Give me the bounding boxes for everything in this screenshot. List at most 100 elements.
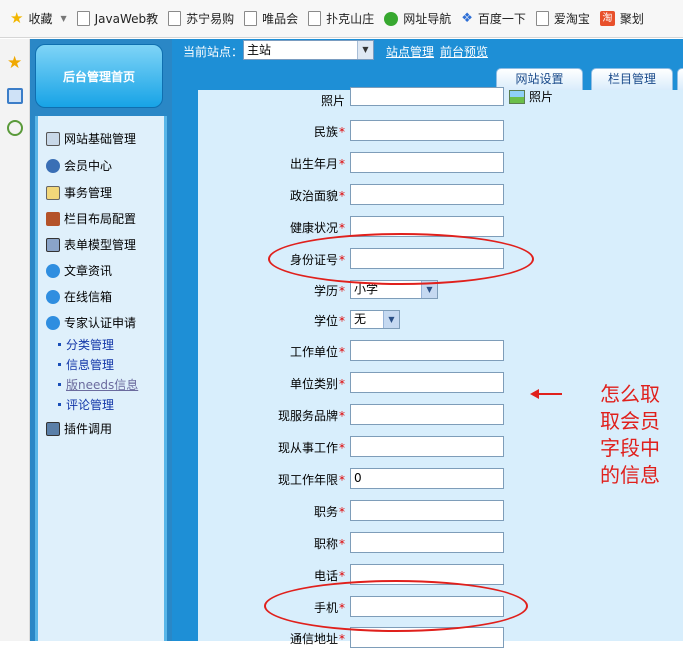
sub-item-label: 信息管理: [66, 358, 115, 372]
tasks-icon: [46, 185, 60, 200]
field-label: 学历*: [313, 284, 345, 298]
employer-input[interactable]: [350, 340, 504, 361]
current-work-input[interactable]: [350, 436, 504, 457]
star-icon: ★: [10, 9, 24, 27]
admin-home-button[interactable]: 后台管理首页: [35, 44, 163, 108]
bookmark-juhuasuan[interactable]: 淘 聚划: [599, 10, 644, 27]
annotation-ellipse-mobile: [264, 580, 528, 632]
ethnicity-input[interactable]: [350, 120, 504, 141]
reading-icon[interactable]: [7, 88, 23, 104]
nav-item-site-basic[interactable]: 网站基础管理: [46, 130, 136, 147]
bookmark-label: 苏宁易购: [186, 12, 235, 26]
bookmark-javaweb[interactable]: JavaWeb教: [76, 10, 159, 27]
form-row: 工作单位*: [198, 338, 683, 364]
position-input[interactable]: [350, 500, 504, 521]
member-form: 照片 照片 民族* 出生年月* 政治面貌* 健康状况* 身份证号* 学历* 小学…: [198, 87, 683, 648]
nav-item-articles[interactable]: 文章资讯: [46, 262, 112, 279]
work-years-input[interactable]: 0: [350, 468, 504, 489]
bullet-icon: [58, 343, 61, 346]
sub-item-copyright[interactable]: 版needs信息: [58, 376, 138, 393]
form-book-icon: [46, 237, 60, 252]
admin-sidebar: 后台管理首页 网站基础管理 会员中心 事务管理 栏目布局配置 表单模型管理 文章…: [30, 39, 172, 641]
birthdate-input[interactable]: [350, 152, 504, 173]
bookmark-label: 收藏: [28, 12, 53, 26]
nav-item-label: 插件调用: [64, 422, 113, 436]
sub-item-category[interactable]: 分类管理: [58, 336, 114, 353]
ie-icon: [46, 263, 60, 278]
form-row: 政治面貌*: [198, 182, 683, 208]
bookmark-label: JavaWeb教: [94, 12, 159, 26]
field-label: 通信地址*: [289, 632, 345, 646]
title-input[interactable]: [350, 532, 504, 553]
browser-sidebar: ★: [0, 39, 30, 641]
site-manage-link[interactable]: 站点管理: [386, 43, 434, 60]
nav-item-expert[interactable]: 专家认证申请: [46, 314, 136, 331]
photo-input[interactable]: [350, 87, 504, 106]
nav-item-label: 会员中心: [64, 159, 113, 173]
nav-item-label: 在线信箱: [64, 290, 113, 304]
site-select[interactable]: 主站 ▼: [243, 40, 374, 60]
chevron-down-icon: ▼: [357, 41, 373, 59]
form-row-photo: 照片 照片: [198, 87, 683, 113]
nav-item-tasks[interactable]: 事务管理: [46, 184, 112, 201]
nav-item-layout[interactable]: 栏目布局配置: [46, 210, 136, 227]
page-icon: [168, 11, 182, 26]
page-icon: [244, 11, 258, 26]
field-label: 职务*: [313, 505, 345, 519]
bookmark-label: 扑克山庄: [326, 12, 375, 26]
bookmark-poker[interactable]: 扑克山庄: [308, 10, 374, 27]
nav-item-label: 网站基础管理: [64, 132, 137, 146]
main-content: 照片 照片 民族* 出生年月* 政治面貌* 健康状况* 身份证号* 学历* 小学…: [198, 87, 683, 648]
history-clock-icon[interactable]: [7, 120, 23, 136]
nav-item-forms[interactable]: 表单模型管理: [46, 236, 136, 253]
ie-icon: [46, 315, 60, 330]
page-icon: [76, 11, 90, 26]
chevron-down-icon[interactable]: ▼: [60, 14, 66, 23]
field-label: 现工作年限*: [277, 473, 345, 487]
degree-select[interactable]: 无 ▼: [350, 310, 400, 329]
page-icon: [308, 11, 322, 26]
taobao-icon: 淘: [599, 11, 615, 26]
bookmark-label: 百度一下: [477, 12, 526, 26]
field-label: 学位*: [313, 314, 345, 328]
field-label: 职称*: [313, 537, 345, 551]
nav-item-members[interactable]: 会员中心: [46, 157, 112, 174]
photo-upload-icon[interactable]: [509, 90, 525, 104]
admin-top-bar: 当前站点： 主站 ▼ 站点管理 前台预览 网站设置 栏目管理: [172, 39, 683, 90]
bookmarks-bar: ★ 收藏 ▼ JavaWeb教 苏宁易购 唯品会 扑克山庄 网址导航 ❖ 百度一…: [0, 0, 683, 38]
field-label: 单位类别*: [289, 377, 345, 391]
bookmark-vip[interactable]: 唯品会: [244, 10, 298, 27]
page-icon: [535, 11, 549, 26]
field-label: 现服务品牌*: [277, 409, 345, 423]
sub-item-label: 评论管理: [66, 398, 115, 412]
photo-upload-label[interactable]: 照片: [529, 88, 553, 105]
site-select-value: 主站: [247, 43, 272, 57]
current-site-label: 当前站点：: [183, 45, 244, 59]
favorites-star-icon[interactable]: ★: [7, 55, 23, 72]
nav-item-plugins[interactable]: 插件调用: [46, 420, 112, 437]
nav-item-mailbox[interactable]: 在线信箱: [46, 288, 112, 305]
bookmark-label: 爱淘宝: [553, 12, 590, 26]
bullet-icon: [58, 363, 61, 366]
bookmark-aitaobao[interactable]: 爱淘宝: [535, 10, 590, 27]
bookmark-label: 唯品会: [262, 12, 299, 26]
annotation-note: 怎么取取会员字段中的信息: [600, 382, 660, 487]
field-label: 政治面貌*: [289, 189, 345, 203]
frontend-preview-link[interactable]: 前台预览: [440, 43, 488, 60]
political-status-input[interactable]: [350, 184, 504, 205]
sub-item-info[interactable]: 信息管理: [58, 356, 114, 373]
field-label: 民族*: [313, 125, 345, 139]
nav-item-label: 文章资讯: [64, 264, 113, 278]
nav-item-label: 表单模型管理: [64, 238, 137, 252]
field-label: 出生年月*: [289, 157, 345, 171]
bookmark-suning[interactable]: 苏宁易购: [168, 10, 234, 27]
bullet-icon: [58, 403, 61, 406]
bookmark-favorites[interactable]: ★ 收藏 ▼: [10, 10, 67, 27]
sub-item-comments[interactable]: 评论管理: [58, 396, 114, 413]
form-row: 民族*: [198, 118, 683, 144]
nav-item-label: 栏目布局配置: [64, 212, 137, 226]
employer-type-input[interactable]: [350, 372, 504, 393]
bookmark-baidu[interactable]: ❖ 百度一下: [461, 10, 526, 27]
service-brand-input[interactable]: [350, 404, 504, 425]
bookmark-nav[interactable]: 网址导航: [384, 10, 451, 27]
